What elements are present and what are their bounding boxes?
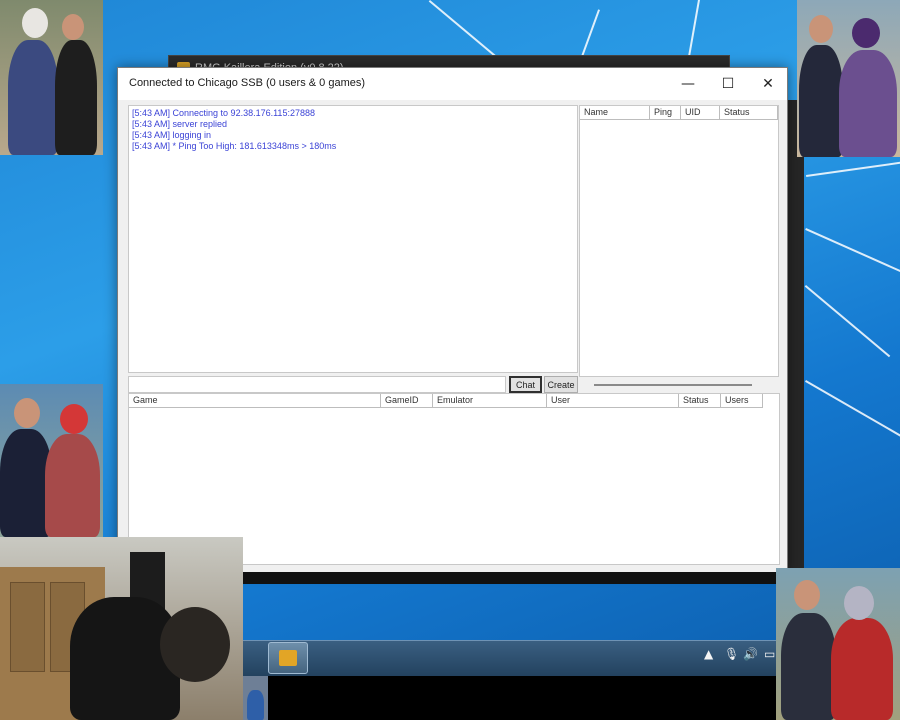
chat-log[interactable]: [5:43 AM] Connecting to 92.38.176.115:27… xyxy=(128,105,578,373)
speaker-icon[interactable]: 🔊 xyxy=(743,647,758,661)
photo-overlay-bottom-right xyxy=(776,568,900,720)
games-col-emulator[interactable]: Emulator xyxy=(433,394,547,408)
wallpaper-crack xyxy=(806,161,900,177)
taskbar[interactable] xyxy=(243,640,776,676)
chat-input[interactable] xyxy=(128,376,506,393)
photo-overlay-top-right xyxy=(797,0,900,157)
log-line: [5:43 AM] Connecting to 92.38.176.115:27… xyxy=(132,108,315,118)
wallpaper-crack xyxy=(687,0,700,60)
window-title: Connected to Chicago SSB (0 users & 0 ga… xyxy=(129,77,366,89)
maximize-icon: ☐ xyxy=(721,76,735,92)
panel-splitter[interactable] xyxy=(594,384,752,386)
wallpaper-crack xyxy=(805,228,900,275)
games-col-users[interactable]: Users xyxy=(721,394,763,408)
games-col-game[interactable]: Game xyxy=(129,394,381,408)
monitor-icon[interactable]: ▭ xyxy=(764,647,775,661)
close-button[interactable]: ✕ xyxy=(748,68,788,100)
title-bar[interactable]: Connected to Chicago SSB (0 users & 0 ga… xyxy=(118,68,787,100)
chevron-up-icon[interactable]: ▲ xyxy=(704,647,713,661)
close-icon: ✕ xyxy=(762,76,774,92)
wallpaper-crack xyxy=(804,285,891,358)
photo-thumbnail xyxy=(243,676,268,720)
users-list[interactable]: Name Ping UID Status xyxy=(579,105,779,377)
log-line: [5:43 AM] logging in xyxy=(132,130,212,140)
chat-button[interactable]: Chat xyxy=(509,376,542,393)
games-col-status[interactable]: Status xyxy=(679,394,721,408)
users-col-name[interactable]: Name xyxy=(580,106,650,120)
games-col-user[interactable]: User xyxy=(547,394,679,408)
photo-overlay-top-left xyxy=(0,0,103,155)
users-col-uid[interactable]: UID xyxy=(681,106,720,120)
maximize-button[interactable]: ☐ xyxy=(708,68,748,100)
webcam-overlay xyxy=(0,537,243,720)
photo-overlay-left xyxy=(0,384,103,537)
log-line: [5:43 AM] * Ping Too High: 181.613348ms … xyxy=(132,141,337,151)
black-bar xyxy=(243,572,776,584)
create-button[interactable]: Create xyxy=(544,376,578,393)
server-window[interactable]: Connected to Chicago SSB (0 users & 0 ga… xyxy=(117,67,788,573)
minimize-icon: — xyxy=(681,76,695,92)
minimize-button[interactable]: — xyxy=(668,68,708,100)
kaillera-app-icon xyxy=(279,650,297,666)
taskbar-kaillera-button[interactable] xyxy=(268,642,308,674)
games-col-gameid[interactable]: GameID xyxy=(381,394,433,408)
users-col-ping[interactable]: Ping xyxy=(650,106,681,120)
log-line: [5:43 AM] server replied xyxy=(132,119,228,129)
wallpaper-crack xyxy=(805,380,900,437)
users-col-status[interactable]: Status xyxy=(720,106,778,120)
black-bar xyxy=(243,676,776,720)
microphone-icon[interactable]: 🎙 xyxy=(724,647,739,661)
